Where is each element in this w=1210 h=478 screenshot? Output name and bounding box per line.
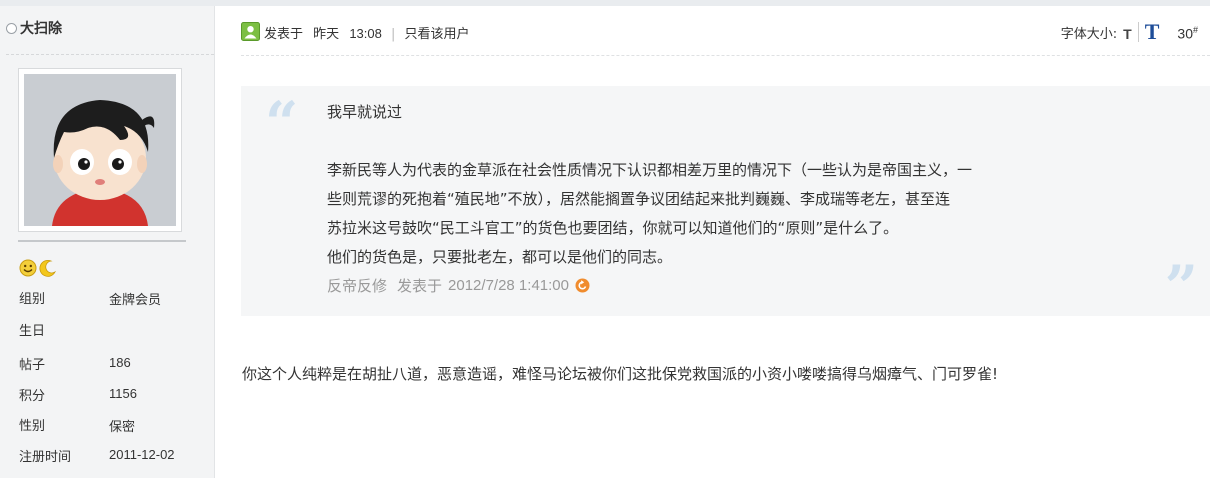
- user-profile-sidebar: 大扫除 组别 金牌会员 生日 帖子 186 积分 1156 性别 保密 注册时间…: [0, 6, 215, 478]
- font-size-separator: [1137, 22, 1139, 42]
- quote-line: 李新民等人为代表的金草派在社会性质情况下认识都相差万里的情况下（一些认为是帝国主…: [327, 161, 973, 179]
- user-post-icon: [241, 22, 260, 41]
- username-link[interactable]: 大扫除: [20, 18, 62, 38]
- info-label: 组别: [19, 292, 46, 307]
- goto-post-arrow-icon[interactable]: [575, 278, 590, 293]
- cartoon-boy-avatar-icon: [24, 74, 176, 226]
- posted-date: 昨天: [313, 27, 340, 42]
- info-row-group: 组别 金牌会员: [19, 288, 209, 308]
- header-divider: [241, 55, 1210, 56]
- info-value: 1156: [109, 386, 137, 401]
- online-status-icon: [6, 22, 17, 34]
- quote-author-line: 反帝反修 发表于 2012/7/28 1:41:00: [327, 275, 590, 296]
- font-size-label: 字体大小:: [1060, 27, 1118, 42]
- quote-block: “ 我早就说过 李新民等人为代表的金草派在社会性质情况下认识都相差万里的情况下（…: [241, 86, 1210, 316]
- close-quote-icon: ”: [1164, 253, 1198, 321]
- post-header: 发表于 昨天 13:08 | 只看该用户 字体大小: T T 30#: [241, 21, 1210, 44]
- meta-separator: |: [391, 27, 396, 42]
- info-value[interactable]: 金牌会员: [109, 289, 161, 308]
- medals: [19, 259, 57, 277]
- floor-number-value: 30: [1177, 26, 1193, 42]
- font-big-button[interactable]: T: [1145, 21, 1160, 43]
- moon-medal-icon[interactable]: [39, 259, 57, 277]
- info-label: 生日: [19, 324, 46, 339]
- font-small-button[interactable]: T: [1123, 26, 1132, 42]
- posted-label: 发表于: [264, 27, 304, 42]
- avatar-divider: [18, 240, 186, 242]
- open-quote-icon: “: [265, 89, 299, 157]
- post-meta: 发表于 昨天 13:08 | 只看该用户: [264, 23, 470, 42]
- quote-first-line: 我早就说过: [327, 103, 403, 121]
- info-value: 保密: [109, 419, 136, 434]
- floor-number-suffix: #: [1192, 25, 1198, 36]
- username-row: 大扫除: [6, 18, 62, 38]
- quote-author: 反帝反修: [327, 277, 388, 295]
- sidebar-divider: [6, 54, 214, 55]
- quote-line: 他们的货色是，只要批老左，都可以是他们的同志。: [327, 248, 673, 266]
- quote-line: 苏拉米这号鼓吹“民工斗官工”的货色也要团结，你就可以知道他们的“原则”是什么了。: [327, 219, 899, 237]
- quote-line: 些则荒谬的死抱着“殖民地”不放），居然能搁置争议团结起来批判巍巍、李成瑞等老左，…: [327, 190, 951, 208]
- info-label: 积分: [19, 389, 46, 404]
- info-label: 注册时间: [19, 450, 72, 465]
- floor-number[interactable]: 30#: [1177, 25, 1198, 42]
- quote-body: 李新民等人为代表的金草派在社会性质情况下认识都相差万里的情况下（一些认为是帝国主…: [327, 156, 1117, 272]
- reply-text: 你这个人纯粹是在胡扯八道，恶意造谣，难怪马论坛被你们这批保党救国派的小资小喽喽搞…: [242, 365, 999, 383]
- avatar[interactable]: [24, 74, 176, 226]
- avatar-frame[interactable]: [18, 68, 182, 232]
- info-row-posts: 帖子 186: [19, 354, 209, 374]
- only-view-author-link[interactable]: 只看该用户: [405, 27, 470, 42]
- quote-posted-time: 2012/7/28 1:41:00: [448, 277, 569, 294]
- info-label: 帖子: [19, 358, 46, 373]
- info-row-gender: 性别 保密: [19, 415, 209, 435]
- info-row-points: 积分 1156: [19, 385, 209, 405]
- info-row-registered: 注册时间 2011-12-02: [19, 446, 209, 466]
- info-value[interactable]: 186: [109, 355, 131, 370]
- info-row-birthday: 生日: [19, 320, 209, 340]
- quote-posted-label: 发表于: [397, 277, 443, 295]
- info-label: 性别: [19, 419, 46, 434]
- posted-time: 13:08: [349, 26, 382, 41]
- info-value: 2011-12-02: [109, 447, 175, 462]
- smiley-medal-icon[interactable]: [19, 259, 37, 277]
- font-size-controls: 字体大小: T T 30#: [1060, 21, 1198, 43]
